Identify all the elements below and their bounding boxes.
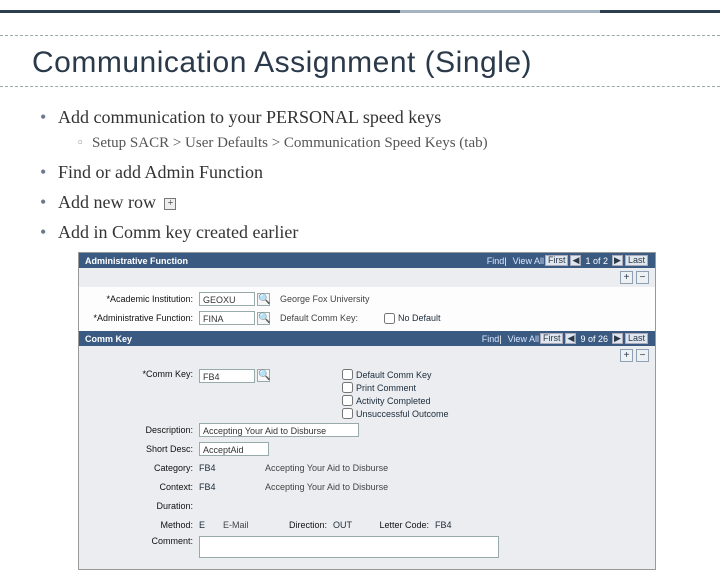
delete-row-button[interactable]: − bbox=[636, 271, 649, 284]
bullet-3: Add new row + bbox=[40, 190, 700, 214]
pager-text: 9 of 26 bbox=[580, 334, 608, 344]
description-label: Description: bbox=[87, 425, 199, 435]
admin-function-toolbar: + − bbox=[79, 268, 655, 287]
direction-value: OUT bbox=[333, 520, 365, 530]
delete-row-button[interactable]: − bbox=[636, 349, 649, 362]
letter-code-label: Letter Code: bbox=[365, 520, 435, 530]
duration-label: Duration: bbox=[87, 501, 199, 511]
method-label: Method: bbox=[87, 520, 199, 530]
bullet-3-text: Add new row bbox=[58, 192, 156, 212]
lookup-icon[interactable]: 🔍 bbox=[257, 312, 270, 325]
comm-key-title: Comm Key bbox=[85, 334, 132, 344]
comm-key-field[interactable]: FB4 bbox=[199, 369, 255, 383]
direction-label: Direction: bbox=[273, 520, 333, 530]
slide-title: Communication Assignment (Single) bbox=[32, 46, 720, 80]
method-value: E bbox=[199, 520, 219, 530]
speed-keys-panel: Administrative Function Find | View All … bbox=[78, 252, 656, 570]
lookup-icon[interactable]: 🔍 bbox=[257, 293, 270, 306]
context-value: FB4 bbox=[199, 482, 255, 492]
slide-top-band bbox=[0, 10, 720, 36]
add-row-button[interactable]: + bbox=[620, 349, 633, 362]
admin-function-form: Academic Institution: GEOXU 🔍 George Fox… bbox=[79, 287, 655, 331]
method-desc: E-Mail bbox=[223, 520, 273, 530]
no-default-text: No Default bbox=[398, 313, 441, 323]
category-label: Category: bbox=[87, 463, 199, 473]
institution-field[interactable]: GEOXU bbox=[199, 292, 255, 306]
bullet-1-text: Add communication to your PERSONAL speed… bbox=[58, 107, 441, 127]
letter-code-value: FB4 bbox=[435, 520, 452, 530]
unsuccessful-outcome-checkbox[interactable]: Unsuccessful Outcome bbox=[342, 408, 449, 419]
comm-key-label: Comm Key: bbox=[87, 369, 199, 379]
comment-label: Comment: bbox=[87, 536, 199, 546]
add-row-button[interactable]: + bbox=[620, 271, 633, 284]
prev-nav-button[interactable]: ◀ bbox=[570, 255, 581, 266]
admin-function-header: Administrative Function Find | View All … bbox=[79, 253, 655, 268]
first-nav-button[interactable]: First bbox=[540, 333, 564, 344]
bullet-1: Add communication to your PERSONAL speed… bbox=[40, 105, 700, 154]
last-nav-button[interactable]: Last bbox=[625, 255, 648, 266]
next-nav-button[interactable]: ▶ bbox=[612, 333, 623, 344]
last-nav-button[interactable]: Last bbox=[625, 333, 648, 344]
context-label: Context: bbox=[87, 482, 199, 492]
no-default-checkbox[interactable]: No Default bbox=[384, 313, 441, 324]
comm-key-header: Comm Key Find | View All First ◀ 9 of 26… bbox=[79, 331, 655, 346]
title-divider bbox=[0, 86, 720, 87]
institution-label: Academic Institution: bbox=[87, 294, 199, 304]
find-link[interactable]: Find bbox=[482, 334, 500, 344]
print-comment-checkbox[interactable]: Print Comment bbox=[342, 382, 449, 393]
bullet-list: Add communication to your PERSONAL speed… bbox=[0, 105, 720, 244]
first-nav-button[interactable]: First bbox=[545, 255, 569, 266]
prev-nav-button[interactable]: ◀ bbox=[565, 333, 576, 344]
category-value: FB4 bbox=[199, 463, 255, 473]
admin-function-field[interactable]: FINA bbox=[199, 311, 255, 325]
add-row-icon: + bbox=[164, 198, 176, 210]
view-all-link[interactable]: View All bbox=[508, 334, 539, 344]
comm-key-options: Default Comm Key Print Comment Activity … bbox=[342, 369, 449, 419]
lookup-icon[interactable]: 🔍 bbox=[257, 369, 270, 382]
default-comm-key-label: Default Comm Key: bbox=[280, 313, 372, 323]
short-desc-label: Short Desc: bbox=[87, 444, 199, 454]
context-desc: Accepting Your Aid to Disburse bbox=[265, 482, 388, 492]
description-field[interactable]: Accepting Your Aid to Disburse bbox=[199, 423, 359, 437]
institution-desc: George Fox University bbox=[280, 294, 370, 304]
category-desc: Accepting Your Aid to Disburse bbox=[265, 463, 388, 473]
bullet-4: Add in Comm key created earlier bbox=[40, 220, 700, 244]
pipe: | bbox=[504, 256, 506, 266]
view-all-link[interactable]: View All bbox=[513, 256, 544, 266]
activity-completed-checkbox[interactable]: Activity Completed bbox=[342, 395, 449, 406]
default-comm-key-checkbox[interactable]: Default Comm Key bbox=[342, 369, 449, 380]
bullet-2: Find or add Admin Function bbox=[40, 160, 700, 184]
comm-key-form: Comm Key: FB4 🔍 Default Comm Key Print C… bbox=[79, 365, 655, 569]
comm-key-toolbar: + − bbox=[79, 346, 655, 365]
pager-text: 1 of 2 bbox=[585, 256, 608, 266]
find-link[interactable]: Find bbox=[487, 256, 505, 266]
admin-function-title: Administrative Function bbox=[85, 256, 188, 266]
short-desc-field[interactable]: AcceptAid bbox=[199, 442, 269, 456]
bullet-1-sub: Setup SACR > User Defaults > Communicati… bbox=[78, 133, 700, 153]
next-nav-button[interactable]: ▶ bbox=[612, 255, 623, 266]
pipe: | bbox=[499, 334, 501, 344]
admin-function-label: Administrative Function: bbox=[87, 313, 199, 323]
no-default-input[interactable] bbox=[384, 313, 395, 324]
